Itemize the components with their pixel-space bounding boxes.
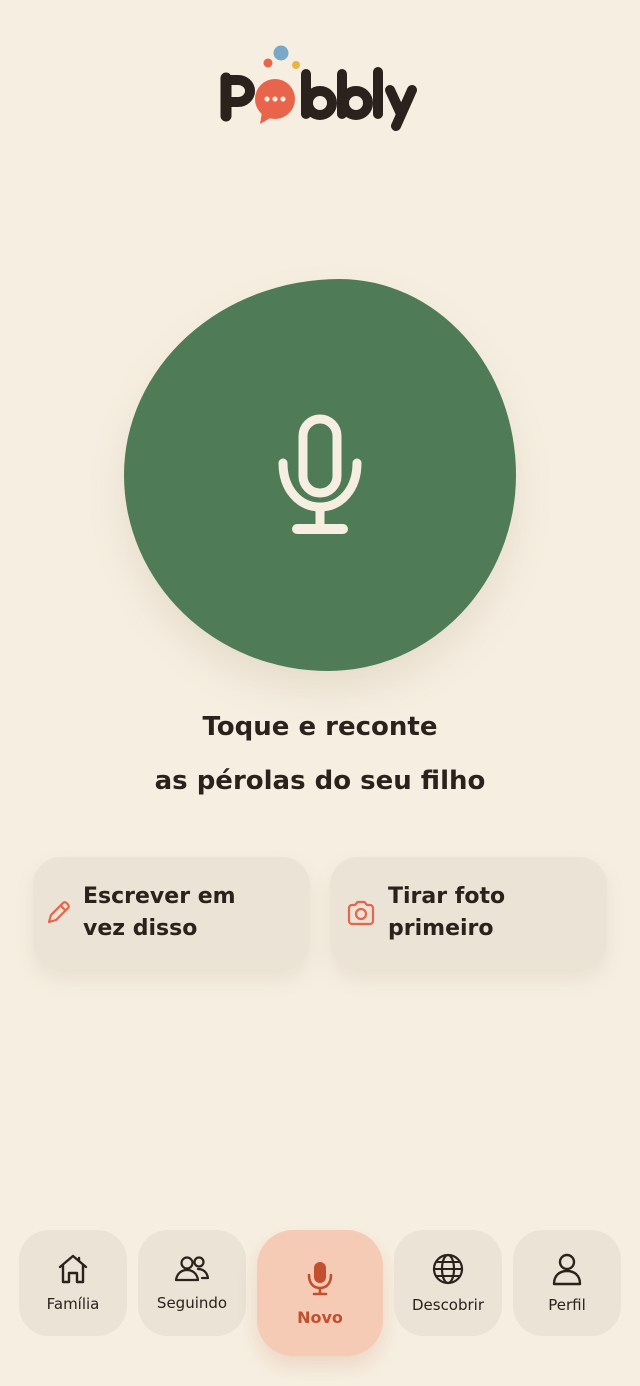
- nav-item-novo[interactable]: Novo: [257, 1230, 383, 1356]
- nav-label-descobrir: Descobrir: [411, 1296, 485, 1314]
- nav-item-familia[interactable]: Família: [19, 1230, 127, 1336]
- nav-item-perfil[interactable]: Perfil: [513, 1230, 621, 1336]
- nav-item-seguindo[interactable]: Seguindo: [138, 1230, 246, 1336]
- nav-item-descobrir[interactable]: Descobrir: [394, 1230, 502, 1336]
- take-photo-button[interactable]: Tirar foto primeiro: [330, 857, 607, 969]
- mic-icon: [306, 1260, 334, 1300]
- record-prompt-line2: as pérolas do seu filho: [154, 766, 486, 796]
- home-icon: [56, 1253, 90, 1289]
- record-button[interactable]: [124, 279, 516, 671]
- record-prompt-line1: Toque e reconte: [202, 712, 438, 742]
- take-photo-label: Tirar foto primeiro: [388, 884, 506, 941]
- users-icon: [174, 1254, 210, 1288]
- nav-label-novo: Novo: [297, 1307, 343, 1327]
- pencil-icon: [45, 900, 71, 926]
- write-instead-button[interactable]: Escrever em vez disso: [33, 857, 310, 969]
- mic-icon: [278, 414, 362, 534]
- pobbly-logo-mark: [220, 45, 417, 131]
- nav-label-seguindo: Seguindo: [156, 1294, 228, 1312]
- camera-icon: [346, 900, 376, 926]
- nav-label-familia: Família: [46, 1295, 100, 1313]
- app-logo: [0, 44, 640, 134]
- globe-icon: [431, 1252, 465, 1290]
- user-icon: [551, 1252, 583, 1290]
- nav-label-perfil: Perfil: [548, 1296, 586, 1314]
- write-instead-label: Escrever em vez disso: [83, 884, 236, 941]
